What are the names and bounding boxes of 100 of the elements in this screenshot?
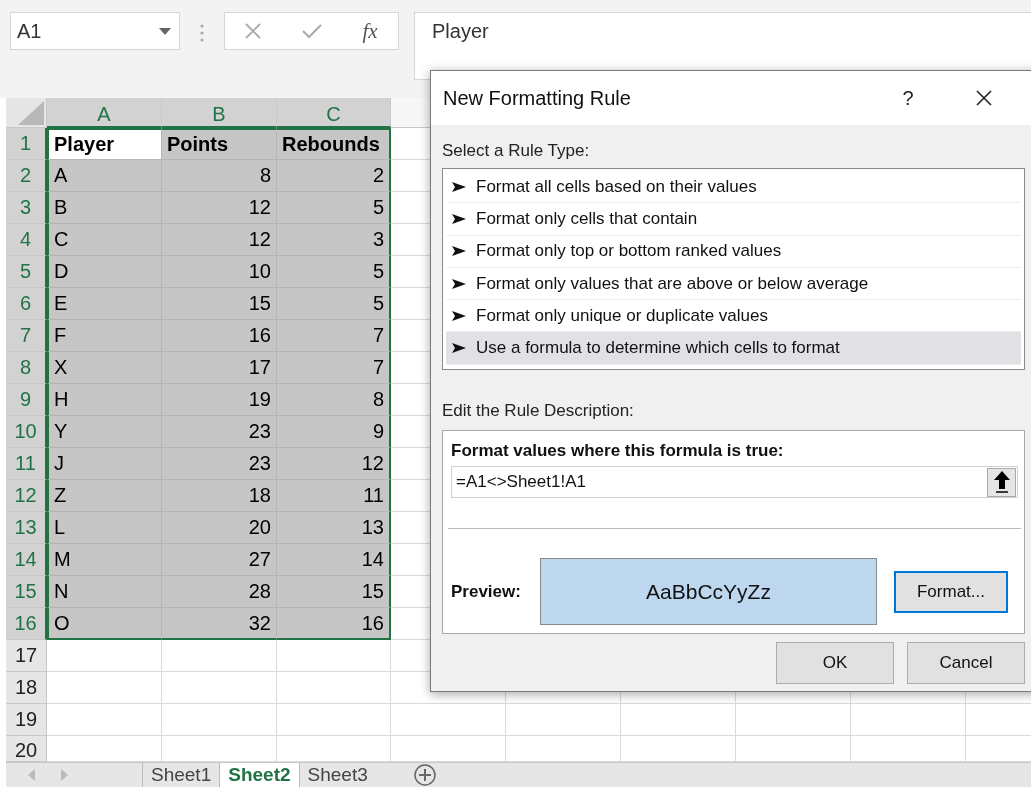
table-cell[interactable]: 16 [277,608,391,640]
table-cell[interactable]: 15 [162,288,277,320]
table-cell[interactable]: X [47,352,162,384]
table-cell[interactable]: 8 [162,160,277,192]
table-cell[interactable]: 23 [162,448,277,480]
table-cell[interactable]: 18 [162,480,277,512]
insert-function-button[interactable]: fx [362,18,378,44]
table-cell[interactable]: D [47,256,162,288]
table-cell[interactable]: 23 [162,416,277,448]
table-cell[interactable]: 5 [277,256,391,288]
row-header[interactable]: 17 [6,640,47,672]
table-cell[interactable]: 20 [162,512,277,544]
row-header[interactable]: 14 [6,544,47,576]
row-header[interactable]: 3 [6,192,47,224]
table-cell[interactable]: 17 [162,352,277,384]
table-cell[interactable]: 27 [162,544,277,576]
column-header[interactable]: C [277,98,391,128]
table-cell[interactable]: N [47,576,162,608]
table-cell[interactable]: Points [162,128,277,160]
empty-cell[interactable] [391,704,506,736]
table-cell[interactable]: H [47,384,162,416]
add-sheet-icon[interactable] [413,764,436,786]
close-icon[interactable] [976,90,992,106]
table-cell[interactable]: 5 [277,192,391,224]
table-cell[interactable]: 12 [162,224,277,256]
row-header[interactable]: 10 [6,416,47,448]
table-cell[interactable]: 12 [277,448,391,480]
empty-cell[interactable] [277,640,391,672]
table-cell[interactable]: 16 [162,320,277,352]
table-cell[interactable]: Rebounds [277,128,391,160]
rule-type-item[interactable]: Format only top or bottom ranked values [446,235,1021,268]
row-header[interactable]: 15 [6,576,47,608]
sheet-tab[interactable]: Sheet2 [219,763,299,787]
table-cell[interactable]: 19 [162,384,277,416]
rule-type-item[interactable]: Use a formula to determine which cells to format [446,332,1021,365]
row-header[interactable]: 18 [6,672,47,704]
table-cell[interactable]: 7 [277,320,391,352]
empty-cell[interactable] [621,704,736,736]
table-cell[interactable]: A [47,160,162,192]
row-header[interactable]: 5 [6,256,47,288]
scroll-right-icon[interactable] [61,769,68,781]
empty-cell[interactable] [851,704,966,736]
table-cell[interactable]: 7 [277,352,391,384]
row-header[interactable]: 19 [6,704,47,736]
scroll-left-icon[interactable] [28,769,35,781]
table-cell[interactable]: B [47,192,162,224]
rule-type-item[interactable]: Format all cells based on their values [446,171,1021,204]
row-header[interactable]: 2 [6,160,47,192]
table-cell[interactable]: 9 [277,416,391,448]
empty-cell[interactable] [277,672,391,704]
dropdown-caret-icon[interactable] [159,27,171,35]
table-cell[interactable]: J [47,448,162,480]
row-header[interactable]: 12 [6,480,47,512]
table-cell[interactable]: L [47,512,162,544]
table-cell[interactable]: C [47,224,162,256]
select-all-icon[interactable] [18,101,44,125]
help-button[interactable]: ? [888,86,928,110]
row-header[interactable]: 4 [6,224,47,256]
table-cell[interactable]: 13 [277,512,391,544]
column-header[interactable]: B [162,98,277,128]
table-cell[interactable]: M [47,544,162,576]
empty-cell[interactable] [162,640,277,672]
table-cell[interactable]: 3 [277,224,391,256]
table-cell[interactable]: 12 [162,192,277,224]
table-cell[interactable]: Z [47,480,162,512]
rule-type-item[interactable]: Format only values that are above or below average [446,267,1021,301]
cancel-icon[interactable] [245,23,262,39]
row-header[interactable]: 16 [6,608,47,640]
row-header[interactable]: 1 [6,128,47,160]
row-header[interactable]: 6 [6,288,47,320]
table-cell[interactable]: Y [47,416,162,448]
table-cell[interactable]: 2 [277,160,391,192]
table-cell[interactable]: E [47,288,162,320]
ok-button[interactable]: OK [776,642,894,684]
table-cell[interactable]: 11 [277,480,391,512]
row-header[interactable]: 20 [6,736,47,762]
table-cell[interactable]: 15 [277,576,391,608]
empty-cell[interactable] [277,704,391,736]
rule-type-item[interactable]: Format only cells that contain [446,203,1021,236]
empty-cell[interactable] [736,704,851,736]
row-header[interactable]: 13 [6,512,47,544]
table-cell[interactable]: 8 [277,384,391,416]
column-header[interactable]: A [47,98,162,128]
table-cell[interactable]: F [47,320,162,352]
table-cell[interactable]: Player [47,128,162,160]
table-cell[interactable]: 10 [162,256,277,288]
table-cell[interactable]: 32 [162,608,277,640]
row-header[interactable]: 8 [6,352,47,384]
table-cell[interactable]: 5 [277,288,391,320]
empty-cell[interactable] [162,704,277,736]
row-header[interactable]: 7 [6,320,47,352]
table-cell[interactable]: 14 [277,544,391,576]
row-header[interactable]: 9 [6,384,47,416]
check-icon[interactable] [301,23,322,39]
row-header[interactable]: 11 [6,448,47,480]
empty-cell[interactable] [162,672,277,704]
cancel-button[interactable]: Cancel [907,642,1025,684]
name-box[interactable]: A1 [10,12,180,50]
collapse-button[interactable] [987,467,1016,497]
table-cell[interactable]: O [47,608,162,640]
